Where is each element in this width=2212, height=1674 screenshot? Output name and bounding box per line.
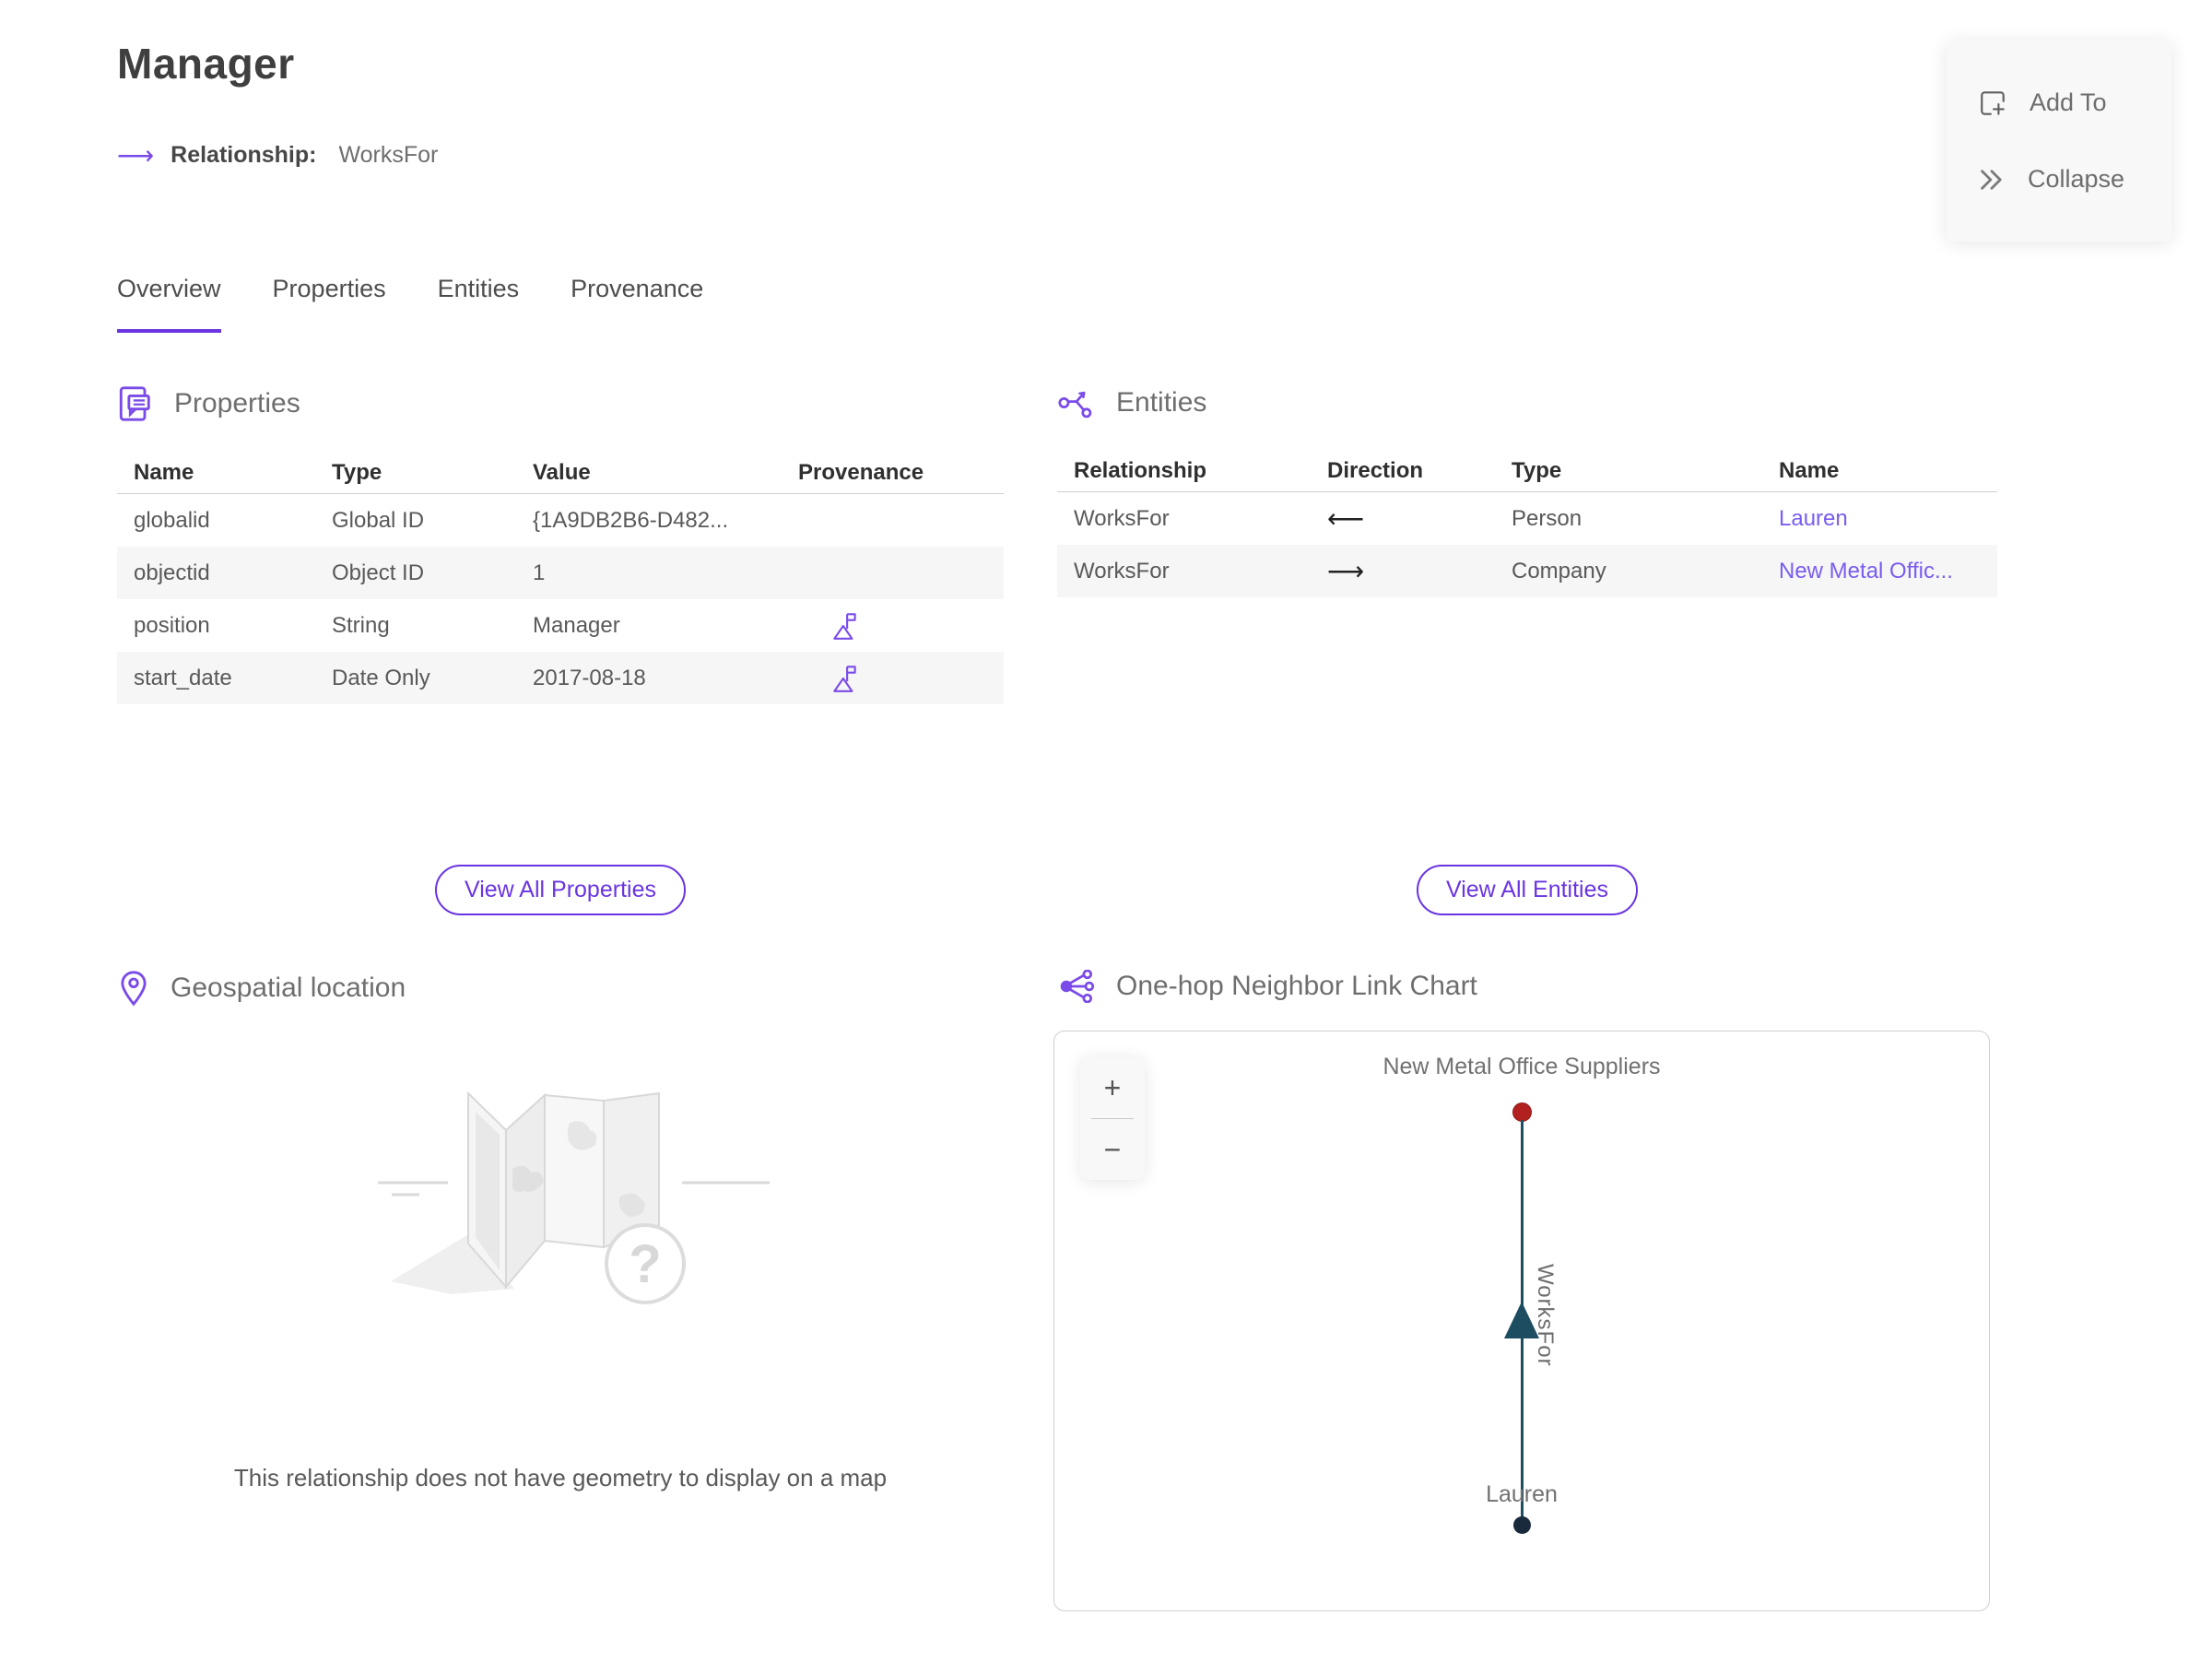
provenance-flag-icon[interactable] <box>831 663 859 694</box>
tab-properties[interactable]: Properties <box>273 275 386 333</box>
entities-panel: Entities Relationship Direction Type Nam… <box>1057 385 1997 597</box>
table-row: WorksFor ⟵ Person Lauren <box>1057 492 1997 545</box>
chevrons-right-icon <box>1981 170 2002 190</box>
table-row: position String Manager <box>117 599 1004 652</box>
tab-bar: Overview Properties Entities Provenance <box>117 275 703 333</box>
col-header-relationship: Relationship <box>1074 457 1207 483</box>
table-row: globalid Global ID {1A9DB2B6-D482... <box>117 494 1004 547</box>
direction-arrow-left-icon: ⟵ <box>1327 504 1365 533</box>
no-geometry-message: This relationship does not have geometry… <box>233 1464 888 1491</box>
link-chart-canvas[interactable]: + − New Metal Office Suppliers WorksFor … <box>1053 1031 1990 1611</box>
entity-type: Company <box>1512 558 1606 584</box>
person-node-label: Lauren <box>1486 1481 1558 1507</box>
person-node[interactable] <box>1513 1516 1531 1534</box>
prop-value: 1 <box>533 560 546 585</box>
relationship-subtitle: ⟶ Relationship: WorksFor <box>117 140 438 171</box>
table-row: objectid Object ID 1 <box>117 547 1004 599</box>
col-header-type: Type <box>1512 457 1562 483</box>
table-row: WorksFor ⟶ Company New Metal Offic... <box>1057 545 1997 597</box>
prop-name: position <box>134 612 210 638</box>
entities-table-header: Relationship Direction Type Name <box>1057 450 1997 492</box>
table-row: start_date Date Only 2017-08-18 <box>117 652 1004 704</box>
map-pin-icon <box>121 971 147 1007</box>
col-header-name: Name <box>134 459 194 485</box>
actions-card: Add To Collapse <box>1947 41 2171 242</box>
entity-relationship: WorksFor <box>1074 505 1170 531</box>
entity-name-link[interactable]: Lauren <box>1762 506 1997 532</box>
properties-table: Name Type Value Provenance globalid Glob… <box>117 452 1004 704</box>
col-header-direction: Direction <box>1327 457 1424 483</box>
prop-type: Date Only <box>332 665 430 690</box>
prop-name: objectid <box>134 560 210 585</box>
prop-name: start_date <box>134 665 232 690</box>
properties-panel: Properties Name Type Value Provenance gl… <box>117 385 1004 704</box>
properties-section-title: Properties <box>174 388 300 418</box>
link-chart-icon <box>1060 970 1095 1003</box>
folded-map-illustration: ? <box>378 1090 770 1304</box>
prop-value: 2017-08-18 <box>533 665 646 690</box>
collapse-label: Collapse <box>2028 165 2125 194</box>
prop-type: String <box>332 612 390 638</box>
col-header-name: Name <box>1779 457 1840 483</box>
col-header-provenance: Provenance <box>798 459 924 485</box>
view-all-entities-button[interactable]: View All Entities <box>1416 865 1638 915</box>
entity-type: Person <box>1512 505 1583 531</box>
col-header-type: Type <box>332 459 382 485</box>
tab-entities[interactable]: Entities <box>438 275 520 333</box>
geospatial-section-header: Geospatial location <box>117 970 406 1007</box>
relationship-label: Relationship: <box>171 142 317 168</box>
tab-overview[interactable]: Overview <box>117 275 221 333</box>
map-placeholder: ? <box>117 1086 1004 1316</box>
prop-value: Manager <box>533 612 620 638</box>
add-to-label: Add To <box>2030 88 2107 117</box>
relationship-value: WorksFor <box>338 142 439 168</box>
entities-table: Relationship Direction Type Name WorksFo… <box>1057 450 1997 597</box>
properties-table-header: Name Type Value Provenance <box>117 452 1004 494</box>
add-to-button[interactable]: Add To <box>1947 81 2171 125</box>
entities-section-title: Entities <box>1116 387 1207 418</box>
tab-provenance[interactable]: Provenance <box>571 275 703 333</box>
zoom-out-button[interactable]: − <box>1080 1119 1145 1180</box>
properties-icon <box>119 386 150 421</box>
view-all-properties-button[interactable]: View All Properties <box>435 865 686 915</box>
entities-section-header: Entities <box>1057 385 1997 420</box>
svg-text:?: ? <box>629 1234 661 1294</box>
prop-type: Object ID <box>332 560 425 585</box>
prop-value: {1A9DB2B6-D482... <box>533 507 729 533</box>
entities-icon <box>1058 391 1092 418</box>
add-to-icon <box>1981 90 2005 115</box>
edge-label: WorksFor <box>1533 1264 1558 1367</box>
prop-type: Global ID <box>332 507 425 533</box>
link-chart-section-title: One-hop Neighbor Link Chart <box>1116 971 1477 1001</box>
provenance-flag-icon[interactable] <box>831 610 859 642</box>
entity-name-link[interactable]: New Metal Offic... <box>1762 559 1997 584</box>
geospatial-section-title: Geospatial location <box>171 973 406 1003</box>
properties-section-header: Properties <box>117 385 1004 422</box>
col-header-value: Value <box>533 459 591 485</box>
relationship-arrow-icon: ⟶ <box>117 141 155 170</box>
company-node-label: New Metal Office Suppliers <box>1382 1054 1661 1079</box>
page-title: Manager <box>117 40 295 88</box>
link-chart-section-header: One-hop Neighbor Link Chart <box>1057 970 1477 1003</box>
entity-relationship: WorksFor <box>1074 558 1170 584</box>
prop-name: globalid <box>134 507 210 533</box>
direction-arrow-right-icon: ⟶ <box>1327 557 1365 585</box>
collapse-button[interactable]: Collapse <box>1947 158 2171 201</box>
company-node[interactable] <box>1512 1102 1532 1122</box>
